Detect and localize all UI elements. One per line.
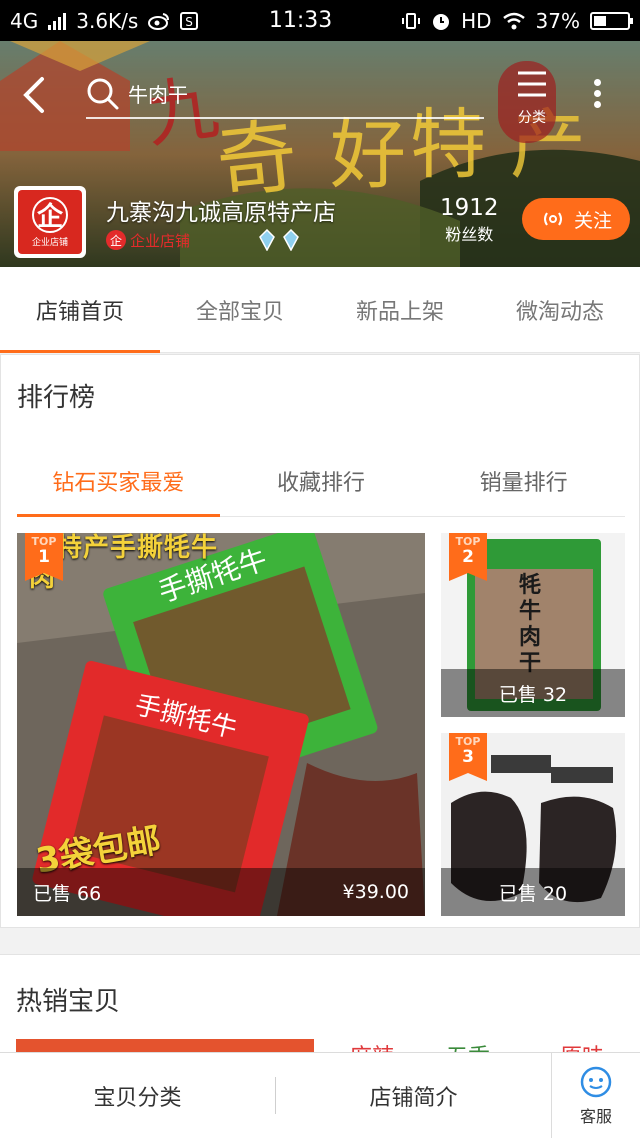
chevron-left-icon	[23, 77, 44, 113]
shop-tabs: 店铺首页 全部宝贝 新品上架 微淘动态	[0, 267, 640, 353]
network-type: 4G	[10, 8, 39, 33]
shop-intro-button[interactable]: 店铺简介	[276, 1053, 551, 1138]
bottom-bar: 宝贝分类 店铺简介 客服	[0, 1052, 640, 1138]
fans-stat: 1912 粉丝数	[440, 195, 499, 245]
tab-sales-ranking[interactable]: 销量排行	[422, 445, 625, 516]
customer-service-button[interactable]: 客服	[551, 1053, 640, 1138]
battery-percent: 37%	[535, 8, 580, 33]
ranking-title: 排行榜	[17, 383, 96, 413]
svg-text:好: 好	[330, 110, 406, 199]
enterprise-badge-label: 企业店铺	[130, 231, 191, 250]
customer-service-icon	[580, 1066, 612, 1097]
tab-shop-home[interactable]: 店铺首页	[0, 267, 160, 353]
crown-icon	[280, 228, 302, 252]
ranking-tabs: 钻石买家最爱 收藏排行 销量排行	[17, 445, 625, 517]
app-notification-icon: S	[180, 11, 199, 30]
ranking-section: 排行榜 钻石买家最爱 收藏排行 销量排行 手撕牦牛 手撕牦牛 原特产手撕牦牛肉 …	[0, 354, 640, 928]
product-info-strip: 已售 66 ¥39.00	[17, 868, 425, 916]
rank-badge-top: TOP	[31, 535, 57, 548]
rank-badge: TOP 3	[449, 733, 487, 781]
sold-count: 已售 32	[498, 683, 568, 706]
tab-diamond-favorites[interactable]: 钻石买家最爱	[17, 445, 220, 517]
back-button[interactable]	[18, 75, 54, 115]
product-pack-text: 牦牛肉干	[519, 573, 542, 676]
status-bar: 4G 3.6K/s S 11:33 HD 37%	[0, 0, 640, 41]
rank-badge-top: TOP	[455, 735, 481, 748]
rank-badge-top: TOP	[455, 535, 481, 548]
list-icon	[518, 71, 546, 97]
rank-number: 2	[462, 547, 474, 567]
svg-text:特: 特	[410, 100, 486, 189]
rank-number: 1	[38, 547, 50, 567]
weibo-icon	[148, 12, 170, 30]
ranked-product-2[interactable]: 牦牛肉干 TOP 2 已售 32	[441, 533, 625, 717]
tab-favorites-ranking[interactable]: 收藏排行	[220, 445, 423, 516]
tab-weitao-updates[interactable]: 微淘动态	[480, 267, 640, 352]
svg-text:S: S	[186, 15, 194, 29]
clock: 11:33	[268, 8, 333, 33]
ranked-product-3[interactable]: TOP 3 已售 20	[441, 733, 625, 916]
price: ¥39.00	[342, 881, 409, 903]
crown-icon	[256, 228, 278, 252]
more-dots-icon	[593, 79, 601, 86]
product-info-strip: 已售 20	[441, 868, 625, 916]
network-speed: 3.6K/s	[76, 8, 139, 33]
rank-badge: TOP 1	[25, 533, 63, 581]
product-info-strip: 已售 32	[441, 669, 625, 717]
customer-service-label: 客服	[579, 1106, 612, 1126]
shop-banner: 九 奇 好 特 产 牛肉干 分类 企 企业店铺 九寨沟九诚高原特产店 企 企业店…	[0, 41, 640, 267]
alarm-icon	[431, 11, 451, 31]
ranked-product-1[interactable]: 手撕牦牛 手撕牦牛 原特产手撕牦牛肉 3袋包邮 TOP 1 已售 66 ¥39.…	[17, 533, 425, 916]
shop-rating	[256, 228, 302, 252]
shop-logo-mark: 企	[32, 196, 68, 233]
enterprise-icon: 企	[106, 230, 126, 250]
rank-badge: TOP 2	[449, 533, 487, 581]
fans-label: 粉丝数	[445, 225, 494, 244]
vibrate-icon	[401, 11, 421, 31]
more-options-button[interactable]	[584, 75, 610, 115]
search-icon[interactable]	[86, 77, 120, 111]
hot-items-title: 热销宝贝	[16, 987, 121, 1017]
category-label: 分类	[518, 110, 546, 126]
wifi-icon	[502, 12, 526, 30]
item-categories-button[interactable]: 宝贝分类	[0, 1053, 275, 1138]
sold-count: 已售 20	[498, 882, 568, 905]
fans-count: 1912	[440, 195, 499, 221]
broadcast-icon	[543, 212, 562, 226]
battery-icon	[590, 11, 633, 30]
enterprise-badge: 企 企业店铺	[106, 230, 190, 251]
sold-count: 已售 66	[33, 882, 102, 905]
tab-new-arrivals[interactable]: 新品上架	[320, 267, 480, 352]
shop-logo-sub: 企业店铺	[31, 237, 68, 248]
follow-button[interactable]: 关注	[522, 198, 630, 240]
hd-indicator: HD	[461, 8, 492, 33]
follow-label: 关注	[573, 209, 612, 232]
shop-logo[interactable]: 企 企业店铺	[14, 186, 86, 258]
category-button[interactable]: 分类	[508, 69, 556, 129]
shop-name: 九寨沟九诚高原特产店	[106, 200, 336, 226]
search-input[interactable]: 牛肉干	[128, 79, 188, 108]
rank-number: 3	[462, 747, 474, 767]
tab-all-items[interactable]: 全部宝贝	[160, 267, 320, 352]
search-underline	[86, 117, 484, 119]
signal-icon	[48, 12, 67, 30]
